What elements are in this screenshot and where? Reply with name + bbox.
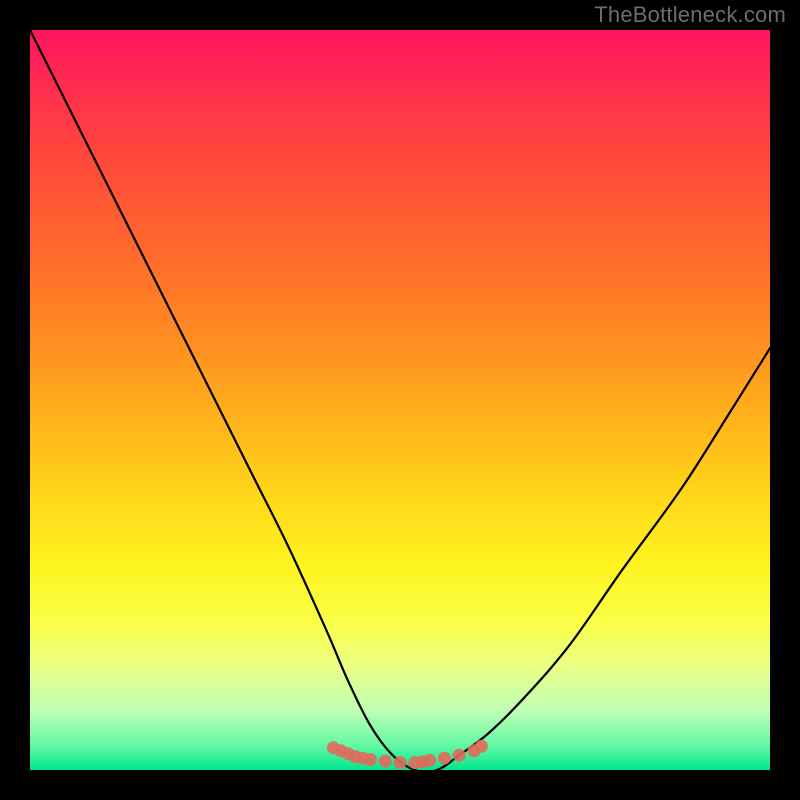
watermark-text: TheBottleneck.com — [594, 2, 786, 28]
plot-area — [30, 30, 770, 770]
gradient-background — [30, 30, 770, 770]
chart-frame: TheBottleneck.com — [0, 0, 800, 800]
